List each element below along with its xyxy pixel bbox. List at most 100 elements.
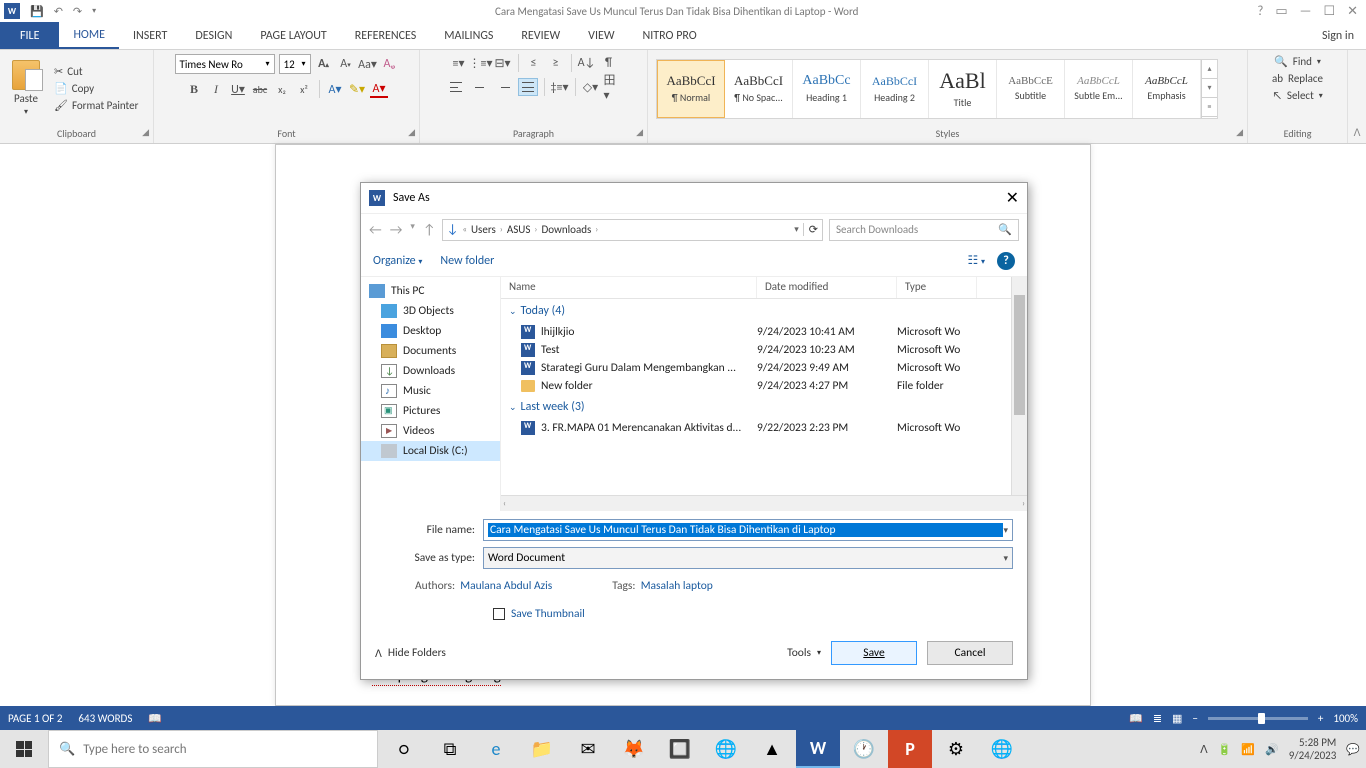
style-title[interactable]: AaBlTitle (929, 60, 997, 118)
align-right-icon[interactable] (494, 78, 514, 96)
align-center-icon[interactable] (470, 78, 490, 96)
nav-up-icon[interactable]: ↑ (423, 221, 436, 238)
filetype-combo[interactable]: Word Document▾ (483, 547, 1013, 569)
help-icon[interactable]: ? (1257, 4, 1263, 19)
task-chrome2-icon[interactable]: 🌐 (980, 730, 1024, 768)
proofing-icon[interactable]: 📖 (148, 712, 162, 725)
paste-button[interactable]: Paste ▾ (8, 58, 44, 119)
tree-this-pc[interactable]: This PC (361, 281, 500, 301)
save-button[interactable]: Save (831, 641, 917, 665)
save-thumbnail-checkbox[interactable]: Save Thumbnail (375, 597, 1013, 631)
zoom-level[interactable]: 100% (1333, 712, 1358, 725)
qat-redo-icon[interactable]: ↷ (73, 5, 82, 18)
word-count[interactable]: 643 WORDS (78, 712, 132, 725)
tree-documents[interactable]: Documents (361, 341, 500, 361)
replace-button[interactable]: abReplace (1270, 71, 1325, 86)
clear-format-icon[interactable]: Aᵩ (381, 55, 399, 73)
tree-local-disk[interactable]: Local Disk (C:) (361, 441, 500, 461)
tab-pagelayout[interactable]: PAGE LAYOUT (246, 22, 340, 49)
shrink-font-icon[interactable]: A▾ (337, 55, 355, 73)
tree-pictures[interactable]: Pictures (361, 401, 500, 421)
task-drive-icon[interactable]: ▲ (750, 730, 794, 768)
nav-forward-icon[interactable]: → (390, 221, 403, 238)
align-left-icon[interactable] (446, 78, 466, 96)
view-options-icon[interactable]: ☷ ▾ (968, 253, 986, 268)
tab-home[interactable]: HOME (59, 22, 119, 49)
underline-icon[interactable]: U▾ (229, 80, 247, 98)
style-normal[interactable]: AaBbCcI¶ Normal (657, 60, 725, 118)
borders-icon[interactable]: 田▾ (604, 78, 622, 96)
tree-downloads[interactable]: Downloads (361, 361, 500, 381)
copy-button[interactable]: 📄Copy (50, 81, 142, 96)
file-list-vscroll[interactable] (1011, 277, 1027, 495)
task-powerpoint-icon[interactable]: P (888, 730, 932, 768)
address-bar[interactable]: ↓ « Users› ASUS› Downloads› ▾ ⟳ (442, 219, 823, 241)
style-emphasis[interactable]: AaBbCcLEmphasis (1133, 60, 1201, 118)
multilevel-icon[interactable]: ⊟▾ (494, 54, 512, 72)
increase-indent-icon[interactable]: ≥ (547, 54, 565, 72)
file-list-hscroll[interactable]: ‹› (501, 495, 1027, 511)
show-hide-icon[interactable]: ¶ (600, 54, 618, 72)
style-nospacing[interactable]: AaBbCcI¶ No Spac... (725, 60, 793, 118)
task-word-icon[interactable]: W (796, 730, 840, 768)
grow-font-icon[interactable]: A▴ (315, 55, 333, 73)
tree-videos[interactable]: Videos (361, 421, 500, 441)
cancel-button[interactable]: Cancel (927, 641, 1013, 665)
tray-sound-icon[interactable]: 🔊 (1265, 743, 1279, 756)
style-subtitle[interactable]: AaBbCcESubtitle (997, 60, 1065, 118)
strikethrough-icon[interactable]: abc (251, 80, 269, 98)
tree-3d-objects[interactable]: 3D Objects (361, 301, 500, 321)
tab-file[interactable]: FILE (0, 22, 59, 49)
numbering-icon[interactable]: ⋮≡▾ (472, 54, 490, 72)
tab-design[interactable]: DESIGN (181, 22, 246, 49)
ribbon-display-icon[interactable]: ▭ (1275, 4, 1287, 19)
tab-insert[interactable]: INSERT (119, 22, 181, 49)
tray-clock[interactable]: 5:28 PM9/24/2023 (1289, 736, 1337, 762)
filename-input[interactable]: Cara Mengatasi Save Us Muncul Terus Dan … (483, 519, 1013, 541)
task-edge-icon[interactable]: e (474, 730, 518, 768)
tools-dropdown[interactable]: Tools▾ (787, 646, 821, 660)
start-button[interactable] (0, 730, 48, 768)
task-firefox-icon[interactable]: 🦊 (612, 730, 656, 768)
tree-desktop[interactable]: Desktop (361, 321, 500, 341)
task-app1-icon[interactable]: 🔲 (658, 730, 702, 768)
font-launcher-icon[interactable]: ◢ (408, 127, 415, 138)
justify-icon[interactable] (518, 78, 538, 96)
text-effects-icon[interactable]: A▾ (326, 80, 344, 98)
file-row[interactable]: Test9/24/2023 10:23 AMMicrosoft Wo (501, 341, 1027, 359)
dialog-close-icon[interactable]: ✕ (1006, 188, 1019, 208)
subscript-icon[interactable]: x₂ (273, 80, 291, 98)
collapse-ribbon-icon[interactable]: ᐱ (1348, 50, 1366, 143)
clipboard-launcher-icon[interactable]: ◢ (142, 127, 149, 138)
task-explorer-icon[interactable]: 📁 (520, 730, 564, 768)
tray-notifications-icon[interactable]: 💬 (1346, 743, 1360, 756)
page-indicator[interactable]: PAGE 1 OF 2 (8, 712, 62, 725)
sort-icon[interactable]: A↓ (578, 54, 596, 72)
font-size-combo[interactable]: 12▾ (279, 54, 311, 74)
tray-up-icon[interactable]: ᐱ (1200, 743, 1208, 756)
group-today[interactable]: ⌄Today (4) (501, 299, 1027, 323)
dialog-search[interactable]: Search Downloads 🔍 (829, 219, 1019, 241)
decrease-indent-icon[interactable]: ≤ (525, 54, 543, 72)
sign-in-link[interactable]: Sign in (1310, 22, 1366, 49)
font-color-icon[interactable]: A▾ (370, 80, 388, 98)
nav-recent-icon[interactable]: ▾ (410, 221, 415, 238)
organize-button[interactable]: Organize ▾ (373, 254, 422, 268)
file-row[interactable]: New folder9/24/2023 4:27 PMFile folder (501, 377, 1027, 395)
tab-references[interactable]: REFERENCES (341, 22, 431, 49)
tab-review[interactable]: REVIEW (507, 22, 574, 49)
tray-wifi-icon[interactable]: 📶 (1241, 743, 1255, 756)
line-spacing-icon[interactable]: ‡≡▾ (551, 78, 569, 96)
file-list-headers[interactable]: Name Date modified Type (501, 277, 1027, 299)
tab-mailings[interactable]: MAILINGS (430, 22, 507, 49)
file-row[interactable]: lhijlkjio9/24/2023 10:41 AMMicrosoft Wo (501, 323, 1027, 341)
view-web-icon[interactable]: ▦ (1172, 712, 1182, 725)
task-settings-icon[interactable]: ⚙ (934, 730, 978, 768)
select-button[interactable]: ↖Select▾ (1270, 88, 1325, 103)
new-folder-button[interactable]: New folder (440, 254, 494, 268)
taskbar-search[interactable]: 🔍Type here to search (48, 730, 378, 768)
superscript-icon[interactable]: x² (295, 80, 313, 98)
hide-folders-button[interactable]: ᐱHide Folders (375, 646, 446, 660)
task-chrome-icon[interactable]: 🌐 (704, 730, 748, 768)
format-painter-button[interactable]: 🖌Format Painter (50, 98, 142, 113)
